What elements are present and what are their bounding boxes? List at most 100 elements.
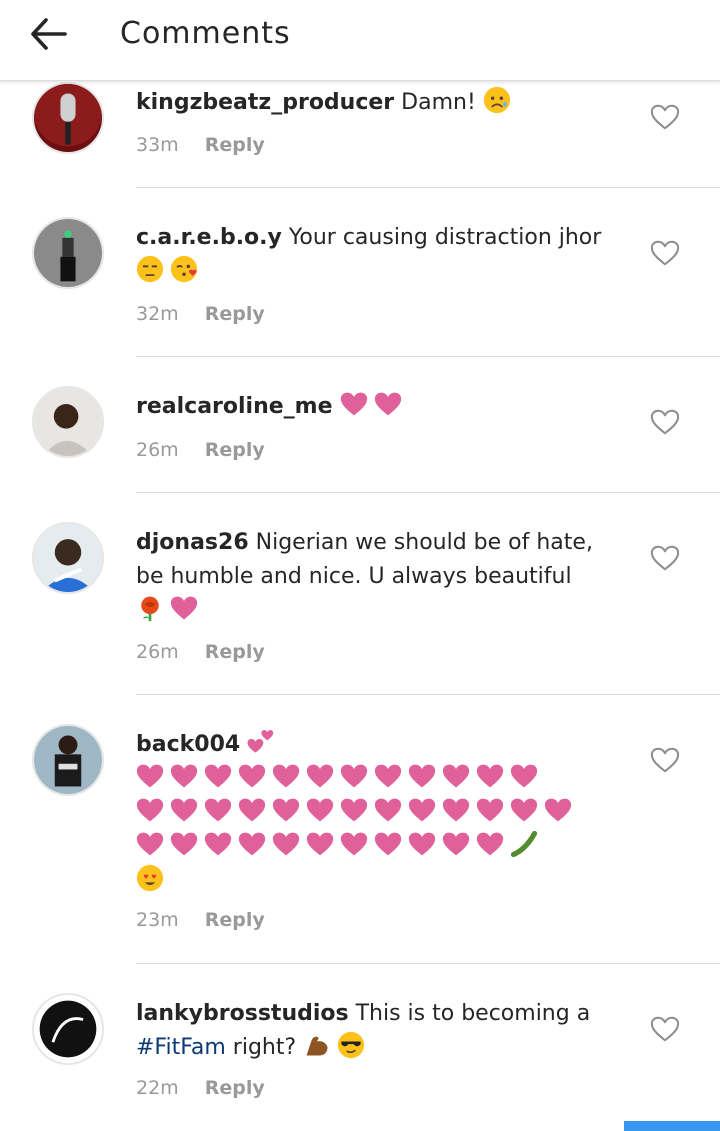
divider <box>136 694 720 695</box>
bottom-accent-bar <box>624 1121 720 1131</box>
heart-emoji <box>238 796 266 824</box>
comment-username[interactable]: realcaroline_me <box>136 394 333 419</box>
avatar[interactable] <box>32 522 104 594</box>
heart-emoji <box>510 796 538 824</box>
unamused-face-emoji <box>136 255 164 283</box>
two-hearts-emoji <box>247 728 275 756</box>
heart-emoji <box>510 762 538 790</box>
heart-eyes-emoji <box>136 864 164 892</box>
heart-emoji <box>136 762 164 790</box>
reply-link[interactable]: Reply <box>205 909 265 931</box>
like-heart-icon[interactable] <box>650 103 680 131</box>
heart-emoji <box>408 762 436 790</box>
heart-emoji <box>170 796 198 824</box>
heart-emoji <box>136 796 164 824</box>
heart-emoji <box>408 830 436 858</box>
like-heart-icon[interactable] <box>650 746 680 774</box>
like-heart-icon[interactable] <box>650 239 680 267</box>
comment-timestamp: 32m <box>136 303 179 325</box>
avatar[interactable] <box>32 724 104 796</box>
heart-emoji <box>238 830 266 858</box>
heart-emoji <box>170 830 198 858</box>
heart-emoji <box>544 796 572 824</box>
reply-link[interactable]: Reply <box>205 303 265 325</box>
comment-timestamp: 33m <box>136 134 179 156</box>
heart-emoji <box>170 594 198 622</box>
comment-username[interactable]: djonas26 <box>136 530 249 555</box>
comment-timestamp: 26m <box>136 439 179 461</box>
heart-emoji <box>272 796 300 824</box>
kissing-face-emoji <box>170 255 198 283</box>
comment-username[interactable]: kingzbeatz_producer <box>136 90 394 115</box>
heart-emoji-row <box>136 830 544 859</box>
comment-text-after: right? <box>232 1035 297 1060</box>
microphone-avatar-image <box>34 84 102 152</box>
heart-emoji <box>170 762 198 790</box>
disappointed-face-emoji <box>483 86 511 114</box>
heart-emoji-row <box>136 766 544 791</box>
avatar[interactable] <box>32 82 104 154</box>
heart-emoji <box>442 796 470 824</box>
heart-emoji <box>204 830 232 858</box>
heart-emoji <box>340 390 368 418</box>
like-heart-icon[interactable] <box>650 544 680 572</box>
heart-emoji <box>272 830 300 858</box>
comment-timestamp: 22m <box>136 1077 179 1099</box>
heart-emoji <box>306 762 334 790</box>
heart-emoji <box>374 830 402 858</box>
flexed-biceps-emoji <box>303 1031 331 1059</box>
sunglasses-face-emoji <box>337 1031 365 1059</box>
rose-emoji <box>136 594 164 622</box>
hashtag-link[interactable]: #FitFam <box>136 1035 226 1060</box>
comment-username[interactable]: lankybrosstudios <box>136 1001 349 1026</box>
cucumber-emoji <box>510 830 538 858</box>
figure-avatar-image <box>34 219 102 287</box>
comment-text: Your causing distraction jhor <box>288 225 602 250</box>
heart-emoji <box>374 796 402 824</box>
heart-emoji <box>340 830 368 858</box>
like-heart-icon[interactable] <box>650 1015 680 1043</box>
portrait-avatar-image <box>34 726 102 794</box>
silhouette-avatar-image <box>34 995 102 1063</box>
reply-link[interactable]: Reply <box>205 641 265 663</box>
heart-emoji <box>374 390 402 418</box>
heart-emoji <box>136 830 164 858</box>
comment-timestamp: 26m <box>136 641 179 663</box>
back-button[interactable] <box>26 14 72 54</box>
heart-emoji <box>204 762 232 790</box>
heart-emoji <box>408 796 436 824</box>
heart-emoji <box>238 762 266 790</box>
comment-timestamp: 23m <box>136 909 179 931</box>
heart-emoji-row <box>136 800 578 825</box>
divider <box>136 356 720 357</box>
portrait-avatar-image <box>34 388 102 456</box>
heart-emoji <box>340 762 368 790</box>
heart-emoji <box>476 830 504 858</box>
portrait-avatar-image <box>34 524 102 592</box>
heart-emoji <box>442 830 470 858</box>
page-title: Comments <box>120 16 291 51</box>
heart-emoji <box>340 796 368 824</box>
heart-emoji <box>272 762 300 790</box>
avatar[interactable] <box>32 993 104 1065</box>
heart-emoji <box>442 762 470 790</box>
like-heart-icon[interactable] <box>650 408 680 436</box>
comment-username[interactable]: back004 <box>136 732 240 757</box>
comment-text: This is to becoming a <box>355 1001 591 1026</box>
heart-emoji <box>306 796 334 824</box>
divider <box>136 492 720 493</box>
reply-link[interactable]: Reply <box>205 134 265 156</box>
arrow-left-icon <box>31 18 67 50</box>
divider <box>136 963 720 964</box>
reply-link[interactable]: Reply <box>205 1077 265 1099</box>
comment-username[interactable]: c.a.r.e.b.o.y <box>136 225 282 250</box>
heart-emoji <box>476 796 504 824</box>
comment-text: Damn! <box>401 90 476 115</box>
reply-link[interactable]: Reply <box>205 439 265 461</box>
heart-emoji <box>306 830 334 858</box>
avatar[interactable] <box>32 386 104 458</box>
heart-emoji <box>374 762 402 790</box>
avatar[interactable] <box>32 217 104 289</box>
heart-emoji <box>476 762 504 790</box>
top-app-bar: Comments <box>0 0 720 81</box>
